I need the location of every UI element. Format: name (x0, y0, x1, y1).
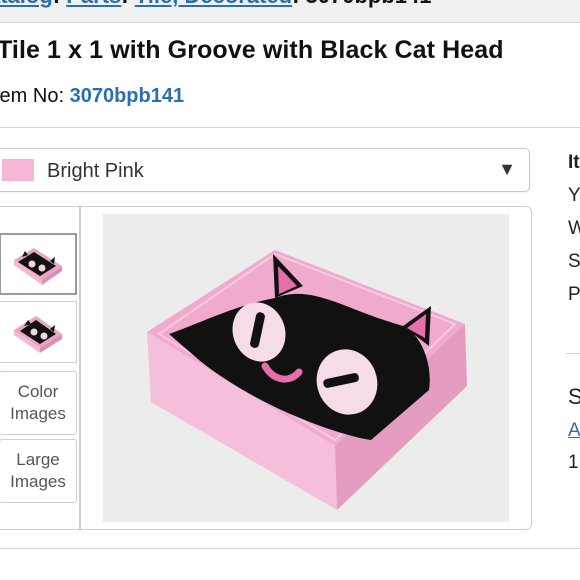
color-swatch (2, 159, 34, 181)
breadcrumb: atalog: Parts: Tile, Decorated: 3070bpb1… (0, 0, 432, 9)
side-panel-lower-line: S (568, 384, 580, 409)
divider (0, 127, 580, 128)
breadcrumb-catalog-link[interactable]: atalog (0, 0, 53, 8)
side-panel-line: It (568, 152, 580, 173)
large-images-button[interactable]: Large Images (0, 439, 77, 503)
side-panel-link[interactable]: A (568, 420, 580, 442)
black-cat-tile-image[interactable] (103, 214, 509, 522)
side-panel-line: S (568, 251, 580, 272)
item-number-label: tem No: (0, 85, 65, 107)
thumbnail-column: Color Images Large Images (0, 206, 80, 530)
dropdown-arrow-icon: ▼ (498, 159, 516, 179)
thumbnail-2[interactable] (0, 301, 77, 363)
thumbnail-1[interactable] (0, 233, 77, 295)
cat-tile-thumbnail-icon (14, 248, 62, 285)
side-panel-lower-line: 1 (568, 452, 579, 473)
side-panel-line: W (568, 218, 580, 239)
breadcrumb-tile-decorated-link[interactable]: Tile, Decorated (135, 0, 292, 8)
color-select[interactable]: Bright Pink ▼ (0, 148, 530, 192)
color-images-button[interactable]: Color Images (0, 371, 77, 435)
footer-divider (0, 548, 580, 549)
side-panel-line: Y (568, 185, 580, 206)
breadcrumb-bar: atalog: Parts: Tile, Decorated: 3070bpb1… (0, 0, 580, 23)
item-number: tem No: 3070bpb141 (0, 85, 184, 108)
item-number-value: 3070bpb141 (69, 85, 185, 107)
color-select-value: Bright Pink (47, 160, 144, 182)
cat-tile-thumbnail-icon (14, 316, 62, 353)
breadcrumb-current: 3070bpb141 (306, 0, 432, 8)
page-title: Tile 1 x 1 with Groove with Black Cat He… (0, 36, 504, 64)
side-divider (566, 353, 580, 354)
side-panel-line: P (568, 284, 580, 305)
breadcrumb-parts-link[interactable]: Parts (66, 0, 121, 8)
main-image-panel (80, 206, 532, 530)
